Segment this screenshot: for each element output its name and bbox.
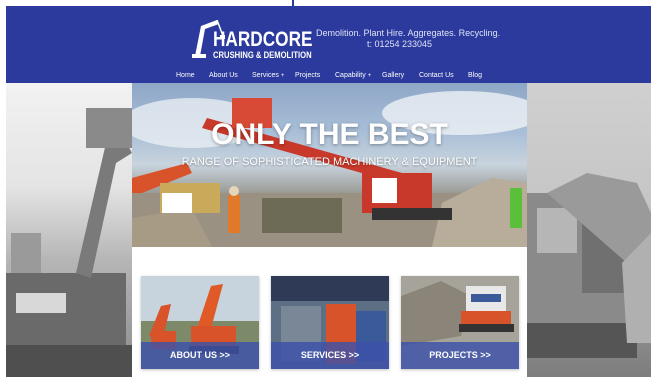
nav-label: About Us	[209, 72, 238, 79]
nav-label: Contact Us	[419, 72, 454, 79]
card-about-us[interactable]: ABOUT US >>	[141, 276, 259, 369]
nav-label: Home	[176, 72, 195, 79]
logo-subtitle: CRUSHING & DEMOLITION	[213, 50, 312, 60]
nav-item-services[interactable]: Services +	[252, 72, 284, 79]
nav-item-projects[interactable]: Projects	[295, 72, 320, 79]
nav-item-contact-us[interactable]: Contact Us	[419, 72, 454, 79]
hero-title: ONLY THE BEST	[211, 118, 448, 151]
site-header: HARDCORE CRUSHING & DEMOLITION Demolitio…	[6, 6, 651, 83]
nav-item-gallery[interactable]: Gallery	[382, 72, 404, 79]
nav-label: Capability	[335, 72, 366, 79]
content-area: ABOUT US >> SERVICES >> PROJECTS >>	[132, 247, 527, 377]
card-projects[interactable]: PROJECTS >>	[401, 276, 519, 369]
site-logo[interactable]: HARDCORE CRUSHING & DEMOLITION	[191, 16, 313, 60]
background-machinery-right	[527, 83, 651, 377]
dropdown-plus-icon: +	[367, 73, 372, 79]
header-phone[interactable]: t: 01254 233045	[367, 39, 432, 49]
services-card-label: SERVICES >>	[271, 342, 389, 369]
nav-label: Gallery	[382, 72, 405, 79]
nav-label: Projects	[295, 72, 321, 79]
hero-subtitle: RANGE OF SOPHISTICATED MACHINERY & EQUIP…	[181, 156, 478, 168]
about-us-card-label: ABOUT US >>	[141, 342, 259, 369]
nav-label: Blog	[468, 72, 483, 79]
machinery-silhouette-icon	[527, 173, 651, 358]
nav-item-capability[interactable]: Capability +	[335, 72, 371, 79]
dropdown-plus-icon: +	[280, 73, 285, 79]
nav-item-blog[interactable]: Blog	[468, 72, 482, 79]
projects-card-label: PROJECTS >>	[401, 342, 519, 369]
nav-item-home[interactable]: Home	[176, 72, 195, 79]
nav-item-about-us[interactable]: About Us	[209, 72, 238, 79]
nav-label: Services	[252, 72, 279, 79]
background-machinery-left	[6, 83, 132, 377]
card-services[interactable]: SERVICES >>	[271, 276, 389, 369]
hero-banner: ONLY THE BEST RANGE OF SOPHISTICATED MAC…	[132, 83, 527, 247]
machinery-silhouette-icon	[6, 108, 132, 377]
logo-title: HARDCORE	[213, 28, 313, 51]
header-tagline: Demolition. Plant Hire. Aggregates. Recy…	[316, 28, 501, 38]
